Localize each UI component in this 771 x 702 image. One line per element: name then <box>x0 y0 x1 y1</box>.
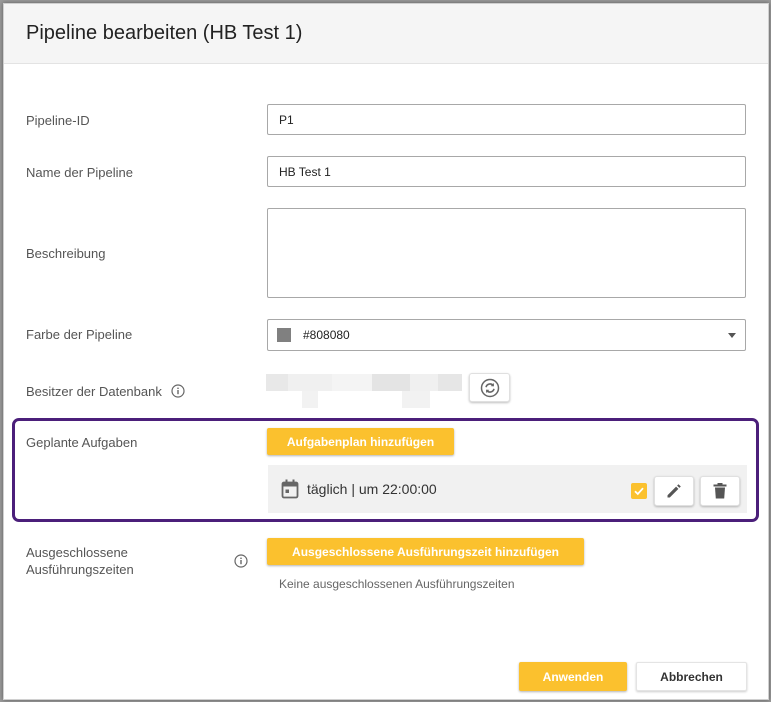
sync-owner-button[interactable] <box>469 373 510 402</box>
color-swatch <box>277 328 291 342</box>
schedule-enabled-checkbox[interactable] <box>631 483 647 499</box>
add-excluded-time-button[interactable]: Ausgeschlossene Ausführungszeit hinzufüg… <box>267 538 584 565</box>
info-icon <box>234 554 248 568</box>
color-select[interactable]: #808080 <box>267 319 746 351</box>
info-icon[interactable] <box>171 383 186 402</box>
color-value: #808080 <box>303 328 350 342</box>
pipeline-id-input[interactable] <box>267 104 746 135</box>
no-excluded-times-text: Keine ausgeschlossenen Ausführungszeiten <box>279 577 515 591</box>
pencil-icon <box>667 484 681 498</box>
excluded-times-label-line1: Ausgeschlossene <box>26 545 128 560</box>
edit-pipeline-dialog: Pipeline bearbeiten (HB Test 1) Pipeline… <box>3 3 769 700</box>
check-icon <box>634 487 644 496</box>
owner-label-row: Besitzer der Datenbank <box>26 383 186 402</box>
excluded-info-icon[interactable] <box>234 554 248 573</box>
description-textarea[interactable] <box>267 208 746 298</box>
pipeline-name-input[interactable] <box>267 156 746 187</box>
excluded-times-label: Ausgeschlossene Ausführungszeiten <box>26 544 134 578</box>
add-schedule-button[interactable]: Aufgabenplan hinzufügen <box>267 428 454 455</box>
excluded-times-label-line2: Ausführungszeiten <box>26 562 134 577</box>
sync-icon <box>480 378 499 397</box>
edit-schedule-button[interactable] <box>654 476 694 506</box>
trash-icon <box>713 483 727 499</box>
pipeline-name-label: Name der Pipeline <box>26 165 133 180</box>
dialog-title: Pipeline bearbeiten (HB Test 1) <box>26 22 303 44</box>
chevron-down-icon <box>728 333 736 338</box>
pipeline-id-label: Pipeline-ID <box>26 113 90 128</box>
schedule-description: täglich | um 22:00:00 <box>307 481 437 497</box>
owner-label: Besitzer der Datenbank <box>26 384 162 399</box>
color-label: Farbe der Pipeline <box>26 327 133 342</box>
cancel-button[interactable]: Abbrechen <box>636 662 747 691</box>
dialog-header: Pipeline bearbeiten (HB Test 1) <box>4 4 768 64</box>
owner-redacted-value <box>266 374 462 408</box>
schedule-list-item: täglich | um 22:00:00 <box>268 465 747 513</box>
apply-button[interactable]: Anwenden <box>519 662 627 691</box>
delete-schedule-button[interactable] <box>700 476 740 506</box>
scheduled-tasks-label: Geplante Aufgaben <box>26 435 138 450</box>
calendar-icon <box>281 479 299 499</box>
description-label: Beschreibung <box>26 246 106 261</box>
